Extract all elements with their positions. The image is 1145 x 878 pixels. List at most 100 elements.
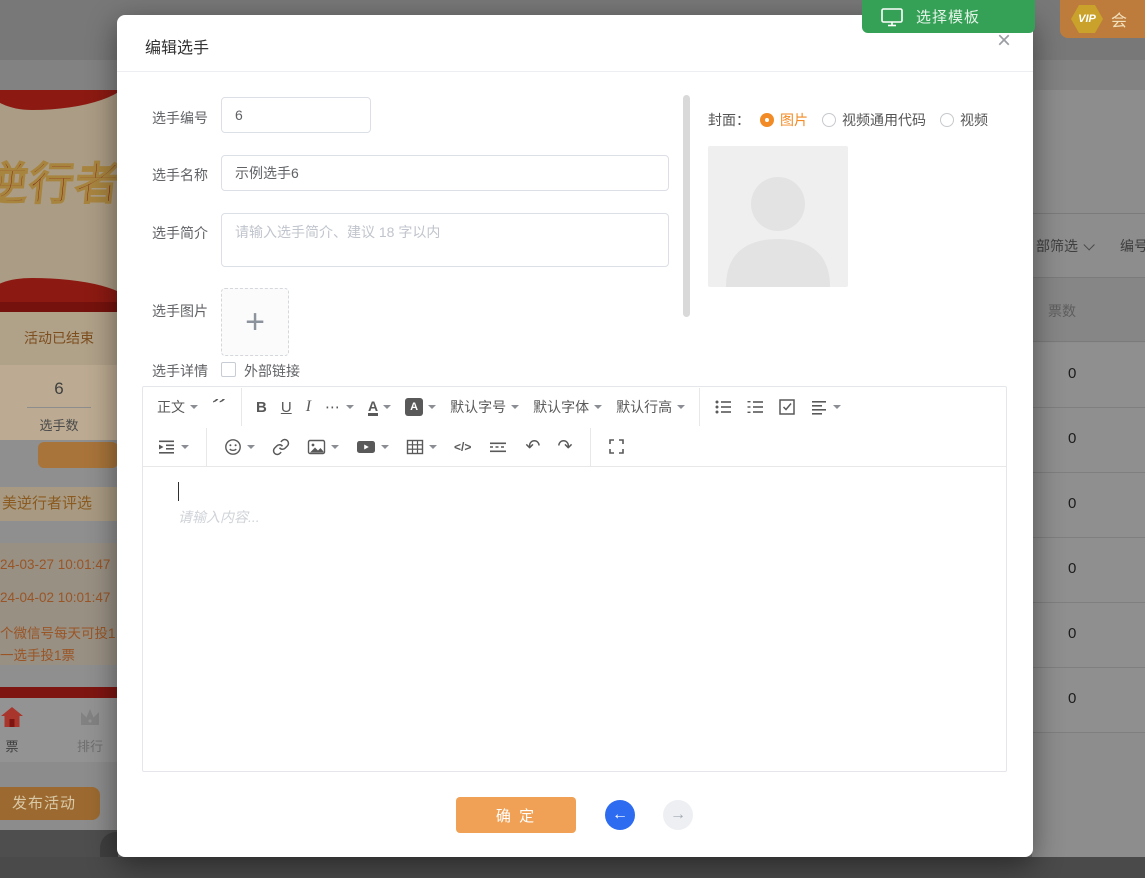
insert-table-select[interactable] <box>406 438 437 456</box>
cover-video-code-radio-label[interactable]: 视频通用代码 <box>842 110 926 130</box>
undo-icon: ↶ <box>525 436 540 457</box>
bullet-list-icon <box>714 398 732 416</box>
choose-template-button[interactable]: 选择模板 <box>862 0 1035 33</box>
quote-icon: ” <box>212 399 227 415</box>
cover-video-code-radio[interactable] <box>822 113 836 127</box>
editor-content-area[interactable]: 请输入内容... <box>143 467 1006 772</box>
vip-member-label: 会 <box>1111 7 1127 31</box>
stats-divider <box>27 407 91 408</box>
insert-image-select[interactable] <box>307 438 339 456</box>
horizontal-rule-icon <box>488 438 508 456</box>
text-color-button[interactable]: A <box>368 399 391 416</box>
nav-vote-label: 票 <box>0 736 32 755</box>
player-count-label: 选手数 <box>0 415 118 434</box>
underline-button[interactable]: U <box>281 399 292 416</box>
paragraph-style-select[interactable]: 正文 <box>157 397 198 417</box>
vote-rule-line2: 一选手投1票 <box>0 644 75 664</box>
nav-vote-item[interactable]: 票 <box>0 706 32 755</box>
table-row: 0 <box>1032 603 1145 668</box>
table-header-row: 票数 <box>1032 277 1145 342</box>
background-color-button[interactable]: A <box>405 398 436 416</box>
table-row: 0 <box>1032 343 1145 408</box>
player-number-input[interactable] <box>221 97 371 133</box>
bullet-list-button[interactable] <box>714 398 732 416</box>
font-size-select[interactable]: 默认字号 <box>450 397 519 417</box>
sort-by-number[interactable]: 编号 <box>1120 236 1145 256</box>
arrow-left-icon: ← <box>612 806 628 824</box>
cover-video-radio-label[interactable]: 视频 <box>960 110 988 130</box>
publish-activity-button[interactable]: 发布活动 <box>0 787 100 820</box>
preview-gap <box>0 521 118 543</box>
editor-toolbar-row1: 正文 ” B U I ⋯ A A 默认字号 默认字体 默认行高 <box>143 387 1006 427</box>
editor-placeholder: 请输入内容... <box>178 507 260 527</box>
next-player-button[interactable]: → <box>663 800 693 830</box>
player-image-label: 选手图片 <box>152 301 222 321</box>
cover-image-radio-label[interactable]: 图片 <box>780 110 808 130</box>
insert-link-button[interactable] <box>272 438 290 456</box>
todo-list-button[interactable] <box>778 398 796 416</box>
arrow-right-icon: → <box>670 806 686 824</box>
fullscreen-button[interactable] <box>608 438 625 455</box>
more-text-styles-button[interactable]: ⋯ <box>325 398 354 416</box>
previous-player-button[interactable]: ← <box>605 800 635 830</box>
blockquote-button[interactable]: ” <box>212 399 227 415</box>
align-select[interactable] <box>810 398 841 416</box>
template-icon <box>880 7 904 27</box>
vote-count: 0 <box>1068 365 1076 382</box>
vote-count: 0 <box>1068 430 1076 447</box>
preview-gap <box>0 665 118 687</box>
player-count-value: 6 <box>0 365 118 399</box>
player-table-panel: 部筛选 编号 票数 0 0 0 0 0 0 <box>1032 90 1145 878</box>
poster-bottom-bar <box>0 302 118 312</box>
activity-status: 活动已结束 <box>0 312 118 365</box>
line-height-select[interactable]: 默认行高 <box>616 397 685 417</box>
indent-select[interactable] <box>157 438 189 456</box>
player-intro-textarea[interactable] <box>221 213 669 267</box>
form-scrollbar[interactable] <box>683 95 690 317</box>
align-icon <box>810 398 828 416</box>
filter-dropdown[interactable]: 部筛选 <box>1036 236 1091 256</box>
horizontal-rule-button[interactable] <box>488 438 508 456</box>
code-block-button[interactable]: </> <box>454 440 471 454</box>
external-link-label: 外部链接 <box>244 361 300 381</box>
ordered-list-button[interactable] <box>746 398 764 416</box>
confirm-button[interactable]: 确 定 <box>456 797 576 833</box>
choose-template-label: 选择模板 <box>916 6 980 27</box>
poster-banner-text: 逆行者 <box>0 148 118 212</box>
player-detail-label: 选手详情 <box>152 361 222 381</box>
undo-button[interactable]: ↶ <box>525 436 540 457</box>
bold-button[interactable]: B <box>256 399 267 416</box>
preview-small-button[interactable] <box>38 442 118 468</box>
insert-video-select[interactable] <box>356 438 389 456</box>
player-image-upload[interactable]: + <box>221 288 289 356</box>
activity-stats: 6 选手数 <box>0 365 118 440</box>
external-link-checkbox[interactable] <box>221 362 236 377</box>
poster-swoosh-bottom <box>0 278 118 304</box>
font-family-select[interactable]: 默认字体 <box>533 397 602 417</box>
text-cursor <box>178 482 179 501</box>
player-name-label: 选手名称 <box>152 165 222 185</box>
emoji-select[interactable] <box>224 438 255 456</box>
chevron-down-icon <box>331 445 339 449</box>
italic-button[interactable]: I <box>306 398 311 416</box>
redo-button[interactable]: ↷ <box>557 436 572 457</box>
person-silhouette-icon <box>708 146 848 287</box>
cover-image-radio[interactable] <box>760 113 774 127</box>
table-filter-row: 部筛选 编号 <box>1032 214 1145 277</box>
player-name-input[interactable] <box>221 155 669 191</box>
chevron-down-icon <box>247 445 255 449</box>
cover-image-placeholder <box>708 146 848 287</box>
chevron-down-icon <box>594 405 602 409</box>
player-number-label: 选手编号 <box>152 108 222 128</box>
chevron-down-icon <box>428 405 436 409</box>
activity-preview-panel: 逆行者 活动已结束 6 选手数 美逆行者评选 24-03-27 10:01:47… <box>0 90 118 878</box>
table-row: 0 <box>1032 668 1145 733</box>
toolbar-separator <box>590 428 591 466</box>
cover-video-radio[interactable] <box>940 113 954 127</box>
section-title-band: 美逆行者评选 <box>0 487 118 521</box>
preview-bottom-nav: 票 排行 <box>0 698 118 762</box>
votes-column-header: 票数 <box>1048 301 1076 321</box>
chevron-down-icon <box>190 405 198 409</box>
vip-member-button[interactable]: VIP 会 <box>1060 0 1145 38</box>
nav-rank-item[interactable]: 排行 <box>68 706 112 755</box>
